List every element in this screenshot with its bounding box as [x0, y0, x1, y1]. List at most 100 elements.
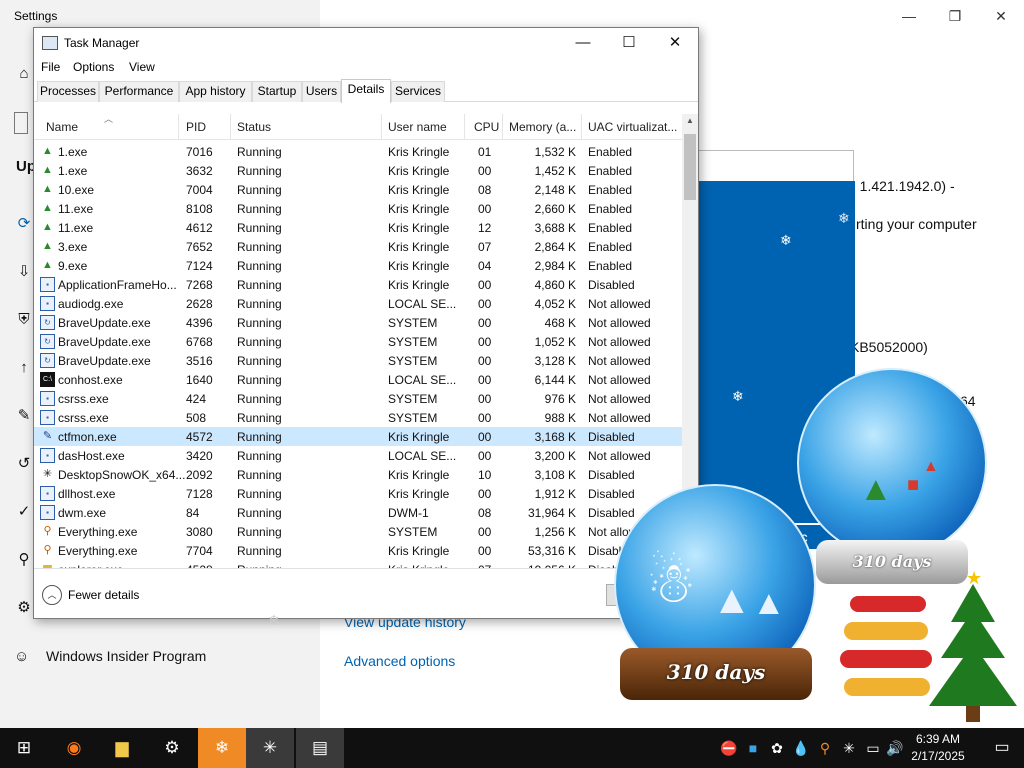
table-row[interactable]: ✳ DesktopSnowOK_x64... 2092 Running Kris Kri… — [34, 465, 682, 484]
table-row[interactable]: ▪ ApplicationFrameHo... 7268 Running Kris Kr… — [34, 275, 682, 294]
desktop-snow-icon[interactable]: ✳ — [246, 728, 294, 768]
tray-search-icon[interactable]: ⚲ — [813, 728, 837, 768]
snowflake-decoration: ❄ — [838, 210, 850, 226]
column-cpu[interactable]: CPU — [474, 120, 499, 134]
table-row[interactable]: ↻ BraveUpdate.exe 6768 Running SYSTEM 00 1,052… — [34, 332, 682, 351]
advanced-options-link[interactable]: Advanced options — [344, 653, 455, 669]
table-row[interactable]: ↻ BraveUpdate.exe 3516 Running SYSTEM 00 3,128… — [34, 351, 682, 370]
start-button[interactable]: ⊞ — [0, 728, 48, 768]
table-row[interactable]: ▆explorer.exe4528RunningKris Kringle0719… — [34, 560, 682, 568]
table-row[interactable]: ✎ ctfmon.exe 4572 Running Kris Kringle 00 3,16… — [34, 427, 682, 446]
cell-mem: 3,108 K — [534, 468, 576, 482]
column-memory[interactable]: Memory (a... — [509, 120, 576, 134]
cell-user: Kris Kringle — [388, 430, 450, 444]
for-developers-icon[interactable]: ⚙ — [14, 598, 34, 618]
tab-performance[interactable]: Performance — [99, 81, 179, 102]
table-row[interactable]: ⚲ Everything.exe 7704 Running Kris Kringle 00… — [34, 541, 682, 560]
column-divider[interactable] — [581, 114, 582, 140]
tab-processes[interactable]: Processes — [37, 81, 99, 102]
table-row[interactable]: ▲ 11.exe 4612 Running Kris Kringle 12 3,688 KE… — [34, 218, 682, 237]
settings-gear-icon[interactable]: ⚙ — [148, 728, 196, 768]
cell-cpu: 00 — [478, 525, 492, 539]
column-status[interactable]: Status — [237, 120, 271, 134]
tray-snow-icon[interactable]: ✳ — [837, 728, 861, 768]
cell-user: Kris Kringle — [388, 259, 450, 273]
file-explorer-icon[interactable]: ▆ — [98, 728, 146, 768]
column-divider[interactable] — [178, 114, 179, 140]
cell-mem: 3,200 K — [534, 449, 576, 463]
column-divider[interactable] — [230, 114, 231, 140]
restart-text: rting your computer — [856, 216, 977, 232]
column-pid[interactable]: PID — [186, 120, 206, 134]
cell-pid: 508 — [186, 411, 207, 425]
menu-options[interactable]: Options — [73, 60, 114, 74]
column-name[interactable]: Name — [46, 120, 78, 134]
recovery-icon[interactable]: ↺ — [14, 454, 34, 474]
settings-restore-button[interactable]: ❐ — [932, 4, 978, 28]
firefox-icon[interactable]: ◉ — [50, 728, 98, 768]
table-row[interactable]: ▪ csrss.exe 508 Running SYSTEM 00 988 K Not all… — [34, 408, 682, 427]
table-row[interactable]: ▲ 3.exe 7652 Running Kris Kringle 07 2,864 K En… — [34, 237, 682, 256]
tm-close-button[interactable]: ✕ — [652, 30, 698, 56]
table-row[interactable]: ▲ 1.exe 3632 Running Kris Kringle 00 1,452 K En… — [34, 161, 682, 180]
column-divider[interactable] — [381, 114, 382, 140]
table-row[interactable]: C:\ conhost.exe 1640 Running LOCAL SE... 00 6,… — [34, 370, 682, 389]
settings-minimize-button[interactable]: — — [886, 4, 932, 28]
table-row[interactable]: ▪ dllhost.exe 7128 Running Kris Kringle 00 1,9… — [34, 484, 682, 503]
table-row[interactable]: ↻ BraveUpdate.exe 4396 Running SYSTEM 00 468 K… — [34, 313, 682, 332]
search-box-edge[interactable] — [14, 112, 28, 134]
tm-minimize-button[interactable]: — — [560, 30, 606, 56]
tab-startup[interactable]: Startup — [252, 81, 302, 102]
fewer-details-button[interactable]: Fewer details — [68, 588, 139, 602]
table-row[interactable]: ⚲ Everything.exe 3080 Running SYSTEM 00 1,256 … — [34, 522, 682, 541]
update-version-text: n 1.421.1942.0) - — [848, 178, 955, 194]
tm-titlebar[interactable]: Task Manager — ☐ ✕ — [34, 28, 698, 58]
troubleshoot-icon[interactable]: ✎ — [14, 406, 34, 426]
column-divider[interactable] — [502, 114, 503, 140]
action-center-icon[interactable]: ▭ — [980, 728, 1024, 768]
column-user-name[interactable]: User name — [388, 120, 447, 134]
cell-cpu: 07 — [478, 240, 492, 254]
table-row[interactable]: ▪ dasHost.exe 3420 Running LOCAL SE... 00 3,20… — [34, 446, 682, 465]
table-row[interactable]: ▲ 9.exe 7124 Running Kris Kringle 04 2,984 K En… — [34, 256, 682, 275]
tab-details[interactable]: Details — [341, 79, 391, 103]
column-uac[interactable]: UAC virtualizat... — [588, 120, 677, 134]
menu-file[interactable]: File — [41, 60, 60, 74]
chevron-up-circle-icon[interactable]: ︿ — [42, 585, 62, 605]
table-row[interactable]: ▲ 11.exe 8108 Running Kris Kringle 00 2,660 KE… — [34, 199, 682, 218]
windows-update-icon[interactable]: ⟳ — [14, 214, 34, 234]
settings-close-button[interactable]: ✕ — [978, 4, 1024, 28]
tab-app-history[interactable]: App history — [179, 81, 252, 102]
sidebar-item-insider[interactable]: ☺ Windows Insider Program — [14, 648, 206, 665]
cell-pid: 7004 — [186, 183, 213, 197]
table-row[interactable]: ▲ 10.exe 7004 Running Kris Kringle 08 2,148 KE… — [34, 180, 682, 199]
table-row[interactable]: ▲ 1.exe 7016 Running Kris Kringle 01 1,532 K En… — [34, 142, 682, 161]
tab-users[interactable]: Users — [302, 81, 341, 102]
column-divider[interactable] — [464, 114, 465, 140]
tray-network-icon[interactable]: ▭ — [861, 728, 885, 768]
task-manager-taskbar-icon[interactable]: ▤ — [296, 728, 344, 768]
tray-app-icon[interactable]: ⛔ — [717, 728, 741, 768]
snow-globe-app-icon[interactable]: ❄ — [198, 728, 246, 768]
activation-icon[interactable]: ✓ — [14, 502, 34, 522]
home-icon[interactable]: ⌂ — [14, 64, 34, 84]
scroll-up-arrow-icon[interactable]: ▲ — [682, 116, 698, 132]
cell-pid: 7704 — [186, 544, 213, 558]
tab-services[interactable]: Services — [391, 81, 445, 102]
table-row[interactable]: ▪ dwm.exe 84 Running DWM-1 08 31,964 K Disabled — [34, 503, 682, 522]
delivery-optimization-icon[interactable]: ⇩ — [14, 262, 34, 282]
tray-network-device-icon[interactable]: ✿ — [765, 728, 789, 768]
table-row[interactable]: ▪ csrss.exe 424 Running SYSTEM 00 976 K Not all… — [34, 389, 682, 408]
tm-maximize-button[interactable]: ☐ — [606, 30, 652, 56]
tray-window-icon[interactable]: ■ — [741, 728, 765, 768]
taskbar-clock[interactable]: 6:39 AM 2/17/2025 — [904, 731, 972, 765]
table-row[interactable]: ▪ audiodg.exe 2628 Running LOCAL SE... 00 4,05… — [34, 294, 682, 313]
cell-status: Running — [237, 259, 282, 273]
menu-view[interactable]: View — [129, 60, 155, 74]
scrollbar-thumb[interactable] — [684, 134, 696, 200]
tray-drop-icon[interactable]: 💧 — [789, 728, 813, 768]
windows-security-icon[interactable]: ⛨ — [14, 310, 34, 330]
search-icon: ⚲ — [43, 525, 52, 537]
backup-icon[interactable]: ↑ — [14, 358, 34, 378]
find-my-device-icon[interactable]: ⚲ — [14, 550, 34, 570]
